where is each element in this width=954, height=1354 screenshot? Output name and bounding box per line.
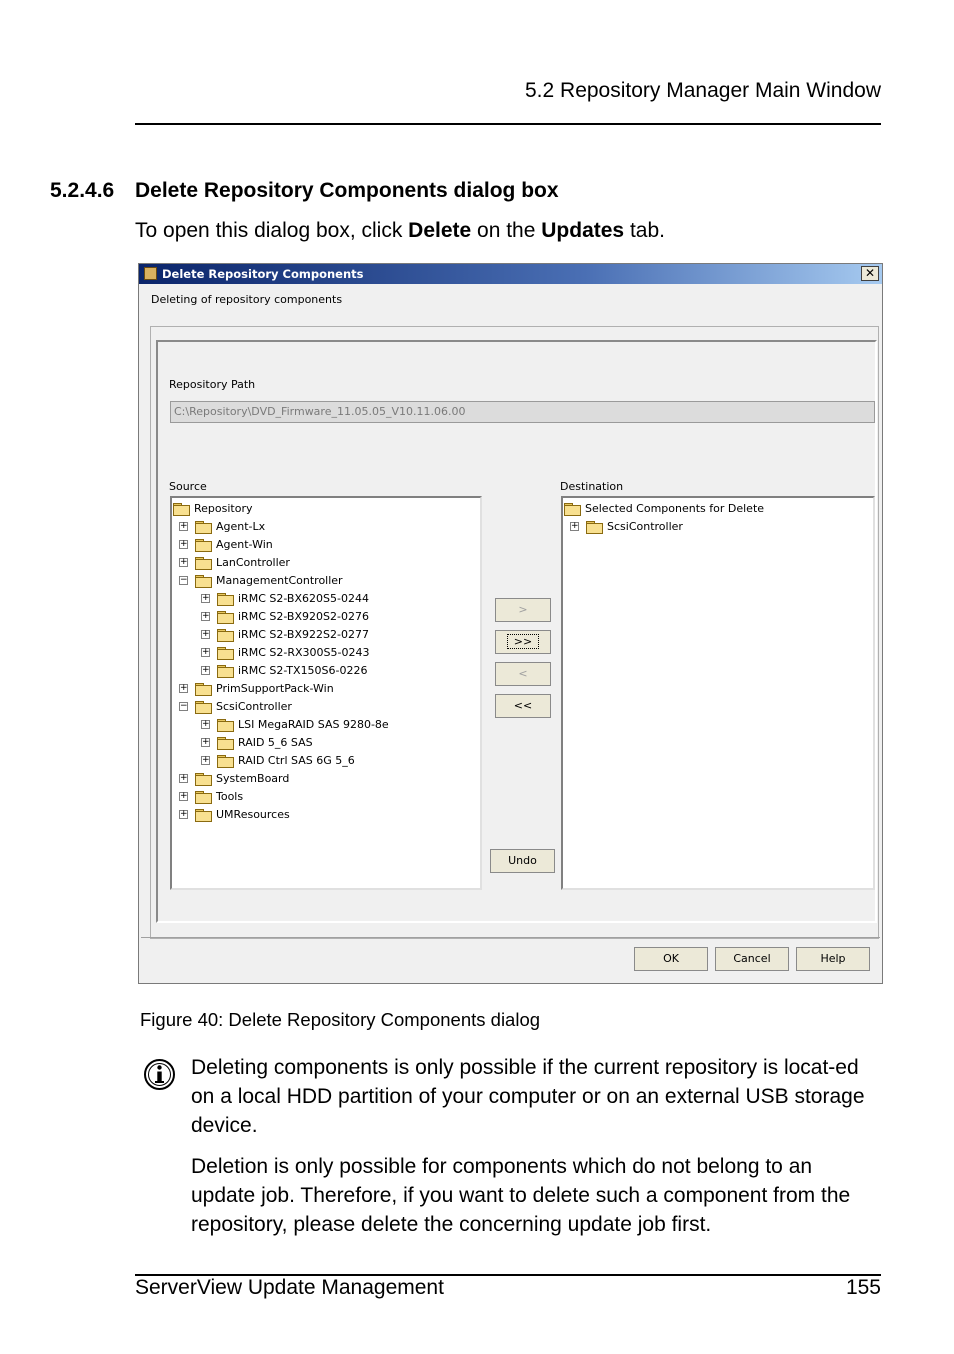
folder-icon: [217, 629, 234, 642]
expand-icon[interactable]: +: [201, 738, 210, 747]
tree-node-label: iRMC S2-BX920S2-0276: [238, 610, 369, 623]
tree-node-label: iRMC S2-TX150S6-0226: [238, 664, 368, 677]
tree-node-label: Tools: [216, 790, 244, 803]
folder-icon: [217, 647, 234, 660]
folder-icon: [586, 521, 603, 534]
cancel-button[interactable]: Cancel: [715, 947, 789, 971]
info-icon: [144, 1059, 175, 1090]
tree-node-label: RAID Ctrl SAS 6G 5_6: [238, 754, 355, 767]
tree-node-label: ManagementController: [216, 574, 343, 587]
tree-node-label: iRMC S2-BX922S2-0277: [238, 628, 369, 641]
folder-icon: [217, 737, 234, 750]
repository-path-field[interactable]: C:\Repository\DVD_Firmware_11.05.05_V10.…: [170, 401, 875, 423]
folder-icon: [195, 809, 212, 822]
page-number: 155: [845, 1276, 881, 1299]
note-paragraph-2: Deletion is only possible for components…: [191, 1155, 851, 1236]
expand-icon[interactable]: +: [201, 612, 210, 621]
close-icon[interactable]: ✕: [861, 266, 879, 281]
folder-icon: [195, 683, 212, 696]
expand-icon[interactable]: +: [201, 720, 210, 729]
tree-node-label: Selected Components for Delete: [585, 502, 765, 515]
folder-icon: [217, 593, 234, 606]
folder-icon: [217, 755, 234, 768]
expand-icon[interactable]: +: [179, 540, 188, 549]
dialog-subtitle: Deleting of repository components: [151, 293, 343, 306]
tree-node-label: LanController: [216, 556, 290, 569]
dialog-titlebar[interactable]: Delete Repository Components ✕: [139, 264, 882, 284]
tree-node-label: UMResources: [216, 808, 290, 821]
intro-text: To open this dialog box, click Delete on…: [135, 219, 665, 242]
add-button[interactable]: >: [495, 598, 551, 622]
remove-all-button[interactable]: <<: [495, 694, 551, 718]
tree-node-label: Agent-Lx: [216, 520, 266, 533]
folder-icon: [217, 665, 234, 678]
destination-label: Destination: [560, 480, 624, 493]
figure-caption: Figure 40: Delete Repository Components …: [140, 1009, 541, 1030]
remove-button[interactable]: <: [495, 662, 551, 686]
section-title: Delete Repository Components dialog box: [135, 179, 559, 202]
expand-icon[interactable]: +: [201, 594, 210, 603]
expand-icon[interactable]: +: [179, 774, 188, 783]
folder-icon: [217, 611, 234, 624]
folder-icon: [195, 701, 212, 714]
collapse-icon[interactable]: −: [179, 576, 188, 585]
destination-tree[interactable]: Selected Components for Delete + ScsiContr…: [561, 496, 875, 890]
repository-path-label: Repository Path: [169, 378, 256, 391]
expand-icon[interactable]: +: [201, 630, 210, 639]
tree-node-label: ScsiController: [216, 700, 292, 713]
tree-node-label: ScsiController: [607, 520, 683, 533]
delete-repository-components-dialog: Delete Repository Components ✕ Deleting …: [138, 263, 883, 984]
folder-icon: [195, 539, 212, 552]
folder-icon: [173, 503, 190, 516]
expand-icon[interactable]: +: [201, 666, 210, 675]
tree-node-label: LSI MegaRAID SAS 9280-8e: [238, 718, 389, 731]
tree-node-label: Repository: [194, 502, 253, 515]
folder-icon: [195, 521, 212, 534]
footer-product: ServerView Update Management: [135, 1276, 444, 1299]
folder-icon: [195, 773, 212, 786]
tree-node-label: SystemBoard: [216, 772, 290, 785]
running-header: 5.2 Repository Manager Main Window: [525, 79, 881, 102]
header-rule: [135, 123, 881, 125]
folder-icon: [217, 719, 234, 732]
section-number: 5.2.4.6: [50, 179, 115, 202]
add-all-button[interactable]: >>: [495, 630, 551, 654]
expand-icon[interactable]: +: [570, 522, 579, 531]
delete-keyword: Delete: [408, 219, 472, 242]
folder-icon: [195, 575, 212, 588]
source-tree[interactable]: Repository + Agent-Lx + Agent-Win + LanControl…: [170, 496, 482, 890]
dialog-title: Delete Repository Components: [162, 267, 364, 281]
updates-tab-keyword: Updates: [541, 219, 625, 242]
expand-icon[interactable]: +: [179, 810, 188, 819]
source-label: Source: [169, 480, 207, 493]
expand-icon[interactable]: +: [201, 756, 210, 765]
folder-icon: [195, 557, 212, 570]
note-paragraph-1: Deleting components is only possible if …: [191, 1056, 865, 1137]
folder-icon: [564, 503, 581, 516]
help-button[interactable]: Help: [796, 947, 870, 971]
footer-separator: [141, 937, 880, 938]
expand-icon[interactable]: +: [179, 558, 188, 567]
expand-icon[interactable]: +: [179, 684, 188, 693]
expand-icon[interactable]: +: [201, 648, 210, 657]
collapse-icon[interactable]: −: [179, 702, 188, 711]
expand-icon[interactable]: +: [179, 522, 188, 531]
tree-node-label: RAID 5_6 SAS: [238, 736, 313, 749]
undo-button[interactable]: Undo: [490, 849, 555, 873]
tree-node-label: iRMC S2-BX620S5-0244: [238, 592, 369, 605]
tree-node-label: Agent-Win: [216, 538, 273, 551]
folder-icon: [195, 791, 212, 804]
java-app-icon: [144, 267, 157, 280]
ok-button[interactable]: OK: [634, 947, 708, 971]
tree-node-label: iRMC S2-RX300S5-0243: [238, 646, 370, 659]
tree-node-label: PrimSupportPack-Win: [216, 682, 334, 695]
expand-icon[interactable]: +: [179, 792, 188, 801]
